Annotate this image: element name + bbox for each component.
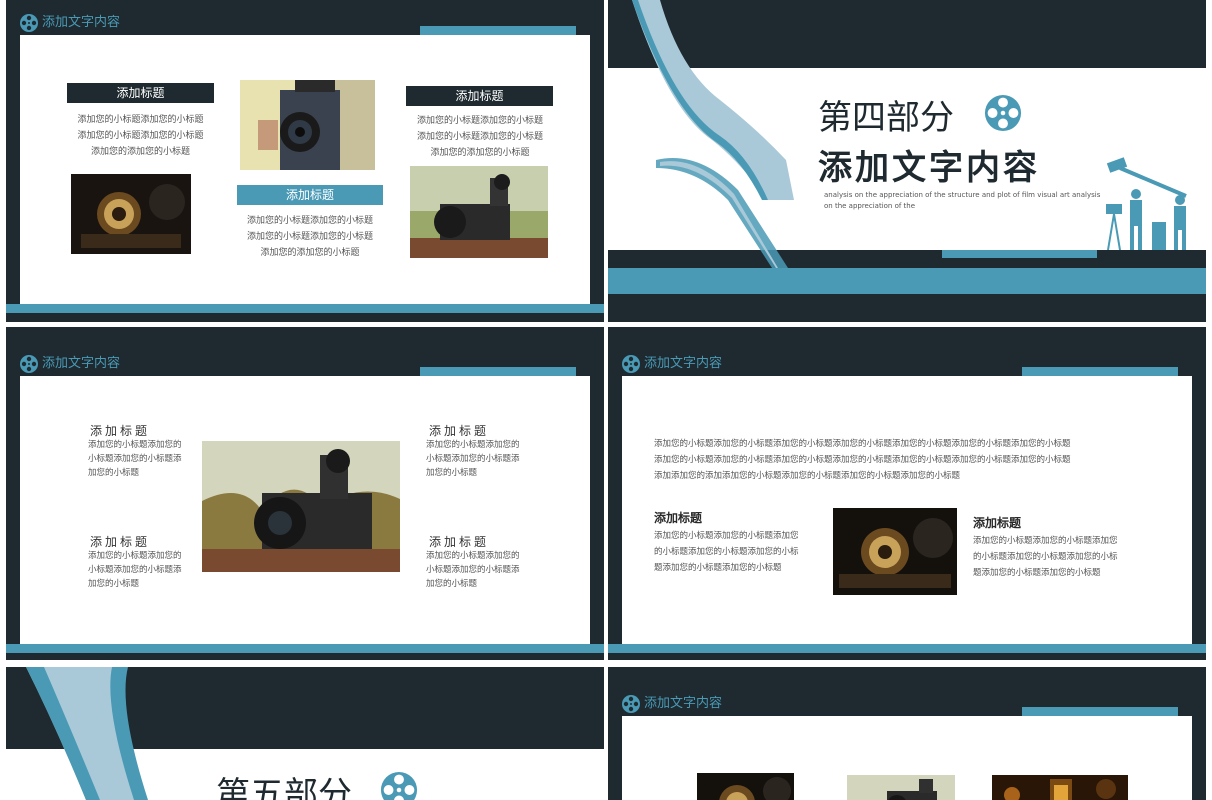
accent-tab bbox=[942, 250, 1097, 258]
footer-bar bbox=[6, 644, 604, 653]
body-right: 添加您的小标题添加您的小标题添加您 的小标题添加您的小标题添加您的小标 题添加您… bbox=[973, 536, 1118, 578]
body-bottom-left: 添加您的小标题添加您的 小标题添加您的小标题添 加您的小标题 bbox=[88, 551, 182, 589]
title-label-right: 添加标题 bbox=[406, 86, 553, 106]
body-bottom-right: 添加您的小标题添加您的 小标题添加您的小标题添 加您的小标题 bbox=[426, 551, 520, 589]
title-bottom-right: 添加标题 bbox=[429, 535, 490, 549]
film-strip-icon bbox=[26, 667, 148, 800]
accent-tab bbox=[420, 367, 576, 376]
body-text-center: 添加您的小标题添加您的小标题 添加您的小标题添加您的小标题 添加您的添加您的小标… bbox=[246, 216, 373, 258]
body-text-right: 添加您的小标题添加您的小标题 添加您的小标题添加您的小标题 添加您的添加您的小标… bbox=[416, 116, 543, 158]
film-reel-icon bbox=[20, 14, 38, 32]
film-reel-icon bbox=[20, 355, 38, 373]
video-camera-photo bbox=[847, 775, 955, 800]
title-right: 添加标题 bbox=[973, 516, 1022, 530]
slide-thumbnail-5[interactable]: 第五部分 bbox=[6, 667, 604, 800]
accent-tab bbox=[1022, 707, 1178, 716]
title-bottom-left: 添加标题 bbox=[90, 535, 151, 549]
film-reel-icon bbox=[622, 695, 640, 713]
title-top-left: 添加标题 bbox=[90, 424, 151, 438]
header-text: 添加文字内容 bbox=[42, 15, 121, 30]
slide-header: 添加文字内容 bbox=[621, 352, 722, 376]
slide-thumbnail-6[interactable]: 添加文字内容 bbox=[608, 667, 1206, 800]
title-top-right: 添加标题 bbox=[429, 424, 490, 438]
body-text-left: 添加您的小标题添加您的小标题 添加您的小标题添加您的小标题 添加您的添加您的小标… bbox=[77, 115, 204, 157]
slide-header: 添加文字内容 bbox=[621, 692, 722, 716]
accent-tab bbox=[1022, 367, 1178, 376]
projector-photo bbox=[697, 773, 794, 800]
slide-thumbnail-1[interactable]: 添加文字内容 添加标题 添加您的小标题添加您的小标题 添加您的小标题添加您的小标… bbox=[6, 0, 604, 322]
header-text: 添加文字内容 bbox=[42, 356, 121, 371]
film-reel-icon bbox=[984, 94, 1022, 132]
header-text: 添加文字内容 bbox=[644, 356, 723, 371]
title-left: 添加标题 bbox=[654, 511, 703, 525]
content-panel: 添加您的小标题添加您的小标题添加您的小标题添加您的小标题添加您的小标题添加您的小… bbox=[622, 376, 1192, 644]
slide-thumbnail-3[interactable]: 添加文字内容 添加标题 添加您的小标题添加您的 小标题添加您的小标题添 加您的小… bbox=[6, 327, 604, 660]
body-top-right: 添加您的小标题添加您的 小标题添加您的小标题添 加您的小标题 bbox=[426, 440, 520, 478]
accent-tab bbox=[420, 26, 576, 35]
header-text: 添加文字内容 bbox=[644, 696, 723, 711]
projector-photo bbox=[71, 174, 191, 254]
content-panel: 添加标题 添加您的小标题添加您的 小标题添加您的小标题添 加您的小标题 添加标题… bbox=[20, 376, 590, 644]
body-left: 添加您的小标题添加您的小标题添加您 的小标题添加您的小标题添加您的小标 题添加您… bbox=[654, 531, 799, 573]
footer-bar bbox=[608, 644, 1206, 653]
projector-photo bbox=[833, 508, 957, 595]
slide-thumbnail-2[interactable]: 第四部分 添加文字内容 analysis on the appreciation… bbox=[608, 0, 1206, 322]
title-label-center: 添加标题 bbox=[237, 185, 383, 205]
video-camera-photo bbox=[410, 166, 548, 258]
cinema-sign-photo bbox=[992, 775, 1128, 800]
footer-bar bbox=[608, 268, 1206, 294]
slide-header: 添加文字内容 bbox=[19, 352, 120, 376]
film-reel-icon bbox=[622, 355, 640, 373]
film-strip-icon bbox=[632, 0, 794, 268]
section-title: 添加文字内容 bbox=[818, 148, 1040, 188]
video-camera-photo bbox=[202, 441, 400, 572]
footer-bar bbox=[6, 304, 604, 313]
content-panel: 添加标题 添加您的小标题添加您的小标题 添加您的小标题添加您的小标题 添加您的添… bbox=[20, 35, 590, 304]
body-top-left: 添加您的小标题添加您的 小标题添加您的小标题添 加您的小标题 bbox=[88, 440, 182, 478]
part-heading: 第四部分 bbox=[818, 98, 954, 138]
intro-paragraph: 添加您的小标题添加您的小标题添加您的小标题添加您的小标题添加您的小标题添加您的小… bbox=[654, 439, 1071, 481]
part-heading: 第五部分 bbox=[216, 775, 352, 800]
title-label-left: 添加标题 bbox=[67, 83, 214, 103]
film-crew-silhouette-icon bbox=[1106, 157, 1187, 250]
content-panel bbox=[622, 716, 1192, 800]
slide-thumbnail-4[interactable]: 添加文字内容 添加您的小标题添加您的小标题添加您的小标题添加您的小标题添加您的小… bbox=[608, 327, 1206, 660]
slide-header: 添加文字内容 bbox=[19, 11, 120, 35]
camera-operator-photo bbox=[240, 80, 375, 170]
english-subtitle: analysis on the appreciation of the stru… bbox=[824, 191, 1100, 210]
film-reel-icon bbox=[380, 771, 418, 800]
